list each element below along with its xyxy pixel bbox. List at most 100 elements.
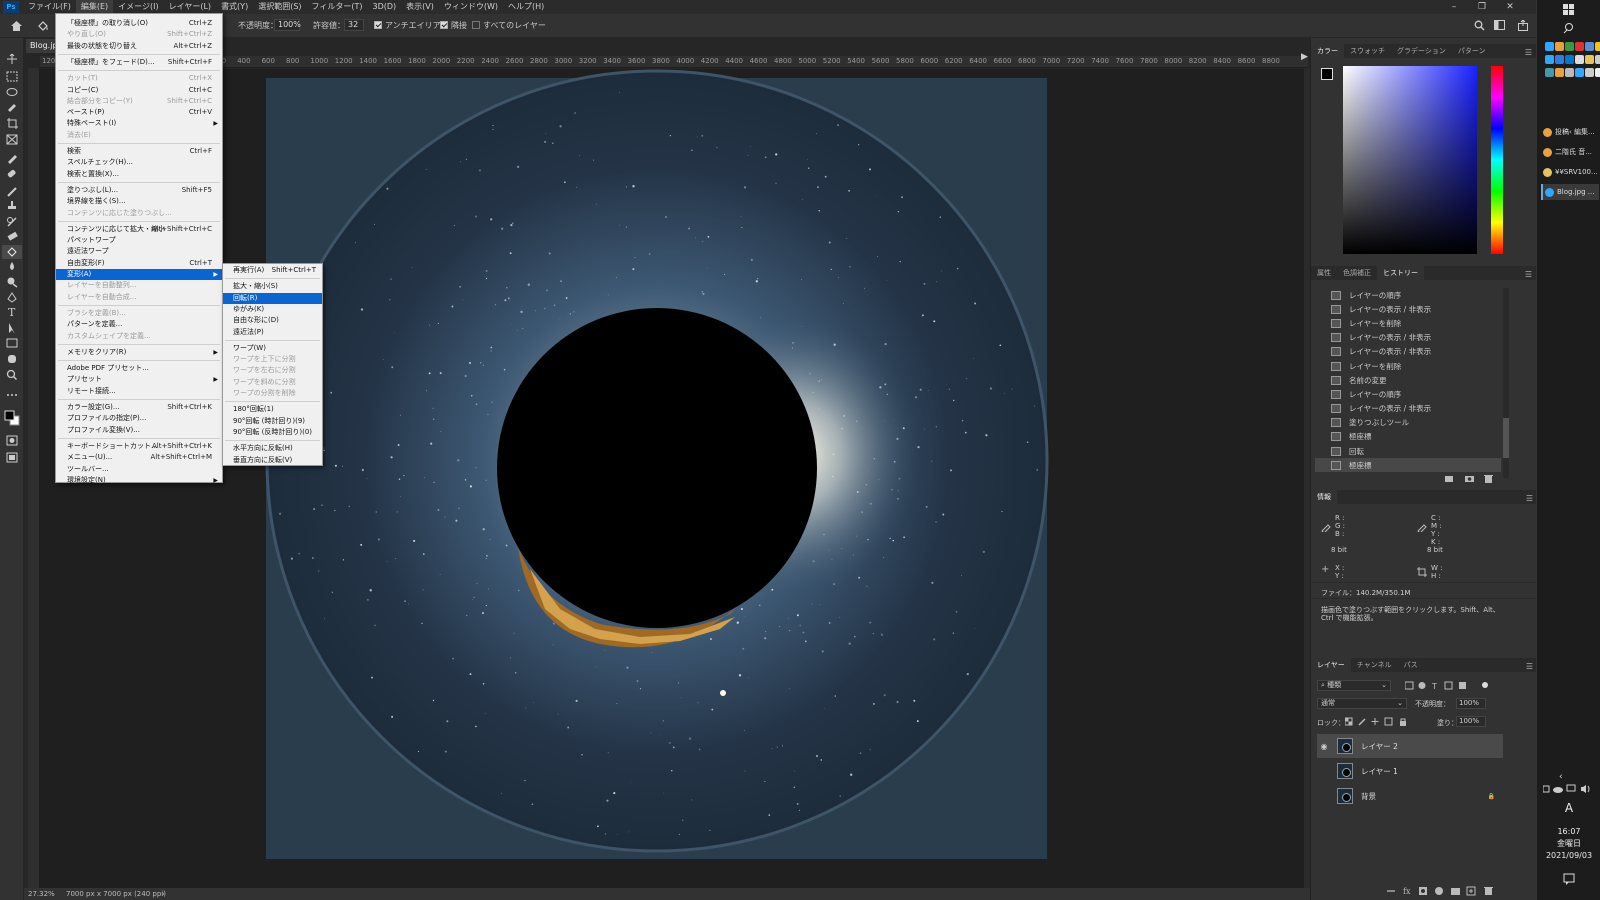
eyedropper-tool-icon[interactable] [8, 155, 17, 164]
home-icon[interactable] [10, 20, 23, 32]
transform-menu-item[interactable]: 90°回転 (時計回り)(9) [223, 416, 322, 427]
pinned-app-icon[interactable] [1565, 68, 1574, 77]
pinned-app-icon[interactable] [1595, 55, 1600, 64]
history-item[interactable]: レイヤーを削除 [1315, 359, 1501, 373]
layer-row[interactable]: 背景 🔒 [1317, 784, 1503, 808]
menu-item-8[interactable]: 表示(V) [401, 0, 439, 14]
edit-menu-item[interactable]: 境界線を描く(S)... [56, 196, 222, 207]
pinned-app-icon[interactable] [1555, 42, 1564, 51]
pinned-app-icon[interactable] [1585, 42, 1594, 51]
edit-menu-item[interactable]: 「極座標」の取り消し(O) Ctrl+Z [56, 18, 222, 29]
chevron-left-icon[interactable]: ‹ [1559, 772, 1563, 782]
edit-menu-item[interactable]: パペットワープ [56, 235, 222, 246]
zoom-tool-icon[interactable] [6, 369, 18, 381]
edit-menu-item[interactable]: Adobe PDF プリセット... [56, 363, 222, 374]
menu-item-7[interactable]: 3D(D) [368, 0, 402, 14]
hue-slider[interactable] [1491, 66, 1503, 254]
lock-all-icon[interactable] [1400, 718, 1406, 726]
transform-menu-item[interactable]: 90°回転 (反時計回り)(0) [223, 427, 322, 438]
edit-menu-item[interactable]: プロファイル変換(V)... [56, 425, 222, 436]
dodge-tool-icon[interactable] [7, 277, 18, 288]
layer-filter-select[interactable]: ⌕ 種類 ⌄ [1317, 680, 1391, 691]
edit-menu-item[interactable]: 検索 Ctrl+F [56, 146, 222, 157]
quick-selection-tool-icon[interactable] [8, 104, 16, 112]
menu-item-4[interactable]: 書式(Y) [216, 0, 253, 14]
transform-menu-item[interactable]: ワープ(W) [223, 343, 322, 354]
clone-stamp-tool-icon[interactable] [8, 201, 16, 209]
edit-menu-item[interactable]: 特殊ペースト(I) ▶ [56, 118, 222, 129]
edit-menu-item[interactable]: パターンを定義... [56, 319, 222, 330]
layer-row[interactable]: レイヤー 1 [1317, 759, 1503, 783]
foreground-color-swatch[interactable] [1321, 68, 1333, 80]
pinned-app-icon[interactable] [1565, 42, 1574, 51]
menu-item-9[interactable]: ウィンドウ(W) [439, 0, 503, 14]
menu-item-10[interactable]: ヘルプ(H) [503, 0, 549, 14]
quick-mask-icon[interactable] [6, 435, 18, 446]
display-icon[interactable] [1566, 784, 1576, 792]
tab-history_panel-tabs-2[interactable]: ヒストリー [1377, 266, 1424, 280]
tab-color_panel-tabs-2[interactable]: グラデーション [1391, 44, 1452, 58]
taskbar-window-item[interactable]: 二階氏 音... [1541, 144, 1599, 160]
collapse-panels-icon[interactable]: ▶ [1301, 52, 1311, 68]
pinned-app-icon[interactable] [1565, 55, 1574, 64]
history-item[interactable]: 塗りつぶしツール [1315, 416, 1501, 430]
history-item[interactable]: レイヤーの表示 / 非表示 [1315, 345, 1501, 359]
taskbar-window-item[interactable]: Blog.jpg ... [1541, 184, 1599, 200]
menu-item-6[interactable]: フィルター(T) [307, 0, 368, 14]
paint-bucket-tool-icon[interactable] [2, 245, 22, 259]
move-tool-icon[interactable] [7, 53, 17, 64]
tab-color_panel-tabs-0[interactable]: カラー [1311, 44, 1344, 58]
edit-menu-item[interactable]: ツールバー... [56, 464, 222, 475]
tab-color_panel-tabs-1[interactable]: スウォッチ [1344, 44, 1391, 58]
edit-menu-item[interactable]: 「極座標」をフェード(D)... Shift+Ctrl+F [56, 57, 222, 68]
antialias-checkbox[interactable]: アンチエイリアス [374, 20, 449, 31]
edit-menu-item[interactable]: ペースト(P) Ctrl+V [56, 107, 222, 118]
edit-menu-item[interactable]: 塗りつぶし(L)... Shift+F5 [56, 185, 222, 196]
paint-bucket-icon[interactable] [36, 19, 50, 33]
healing-brush-tool-icon[interactable] [7, 169, 16, 178]
menu-item-5[interactable]: 選択範囲(S) [253, 0, 306, 14]
filter-toggle-icon[interactable] [1482, 682, 1488, 688]
lock-artboard-icon[interactable] [1384, 717, 1393, 726]
history-brush-tool-icon[interactable] [7, 217, 17, 227]
tab-layers_panel-tabs-0[interactable]: レイヤー [1311, 658, 1351, 672]
transform-menu-item[interactable]: ゆがみ(K) [223, 304, 322, 315]
minimize-button[interactable]: – [1440, 0, 1468, 14]
edit-menu-item[interactable]: コピー(C) Ctrl+C [56, 85, 222, 96]
new-layer-icon[interactable] [1466, 886, 1476, 896]
all-layers-checkbox[interactable]: すべてのレイヤー [472, 20, 546, 31]
layer-style-fx-icon[interactable]: fx [1403, 887, 1411, 896]
windows-start-icon[interactable] [1563, 4, 1575, 16]
snapshot-camera-icon[interactable] [1465, 476, 1474, 482]
pinned-app-icon[interactable] [1555, 68, 1564, 77]
panel-menu-icon[interactable]: ☰ [1526, 494, 1533, 503]
history-item[interactable]: レイヤーの順序 [1315, 288, 1501, 302]
tab-layers_panel-tabs-1[interactable]: チャンネル [1351, 658, 1398, 672]
tolerance-field[interactable]: 32 [344, 19, 364, 31]
lock-transparent-icon[interactable] [1345, 717, 1353, 726]
zoom-level[interactable]: 27.32% [28, 888, 55, 900]
pinned-app-icon[interactable] [1555, 55, 1564, 64]
new-document-from-state-icon[interactable] [1445, 476, 1453, 482]
pinned-app-icon[interactable] [1545, 55, 1554, 64]
edit-menu-item[interactable]: 最後の状態を切り替え Alt+Ctrl+Z [56, 41, 222, 52]
history-item[interactable]: 極座標 [1315, 430, 1501, 444]
crop-tool-icon[interactable] [7, 118, 18, 129]
panel-menu-icon[interactable]: ☰ [1526, 662, 1533, 671]
pinned-app-icon[interactable] [1575, 68, 1584, 77]
volume-icon[interactable] [1581, 785, 1590, 793]
lock-position-icon[interactable] [1371, 718, 1379, 725]
taskbar-window-item[interactable]: 投稿‹ 編集... [1541, 124, 1599, 140]
history-item[interactable]: レイヤーの表示 / 非表示 [1315, 402, 1501, 416]
contiguous-checkbox[interactable]: 隣接 [440, 20, 467, 31]
tab-history_panel-tabs-0[interactable]: 属性 [1311, 266, 1337, 280]
pixel-filter-icon[interactable] [1405, 681, 1414, 690]
panel-menu-icon[interactable]: ☰ [1525, 270, 1532, 279]
history-item[interactable]: レイヤーの表示 / 非表示 [1315, 331, 1501, 345]
edit-menu-item[interactable]: カラー設定(G)... Shift+Ctrl+K [56, 402, 222, 413]
more-tools-icon[interactable] [7, 394, 17, 396]
edit-menu-item[interactable]: 環境設定(N) ▶ [56, 475, 222, 486]
pinned-app-icon[interactable] [1575, 42, 1584, 51]
pen-tool-icon[interactable] [7, 292, 17, 303]
close-button[interactable]: ✕ [1496, 0, 1524, 14]
